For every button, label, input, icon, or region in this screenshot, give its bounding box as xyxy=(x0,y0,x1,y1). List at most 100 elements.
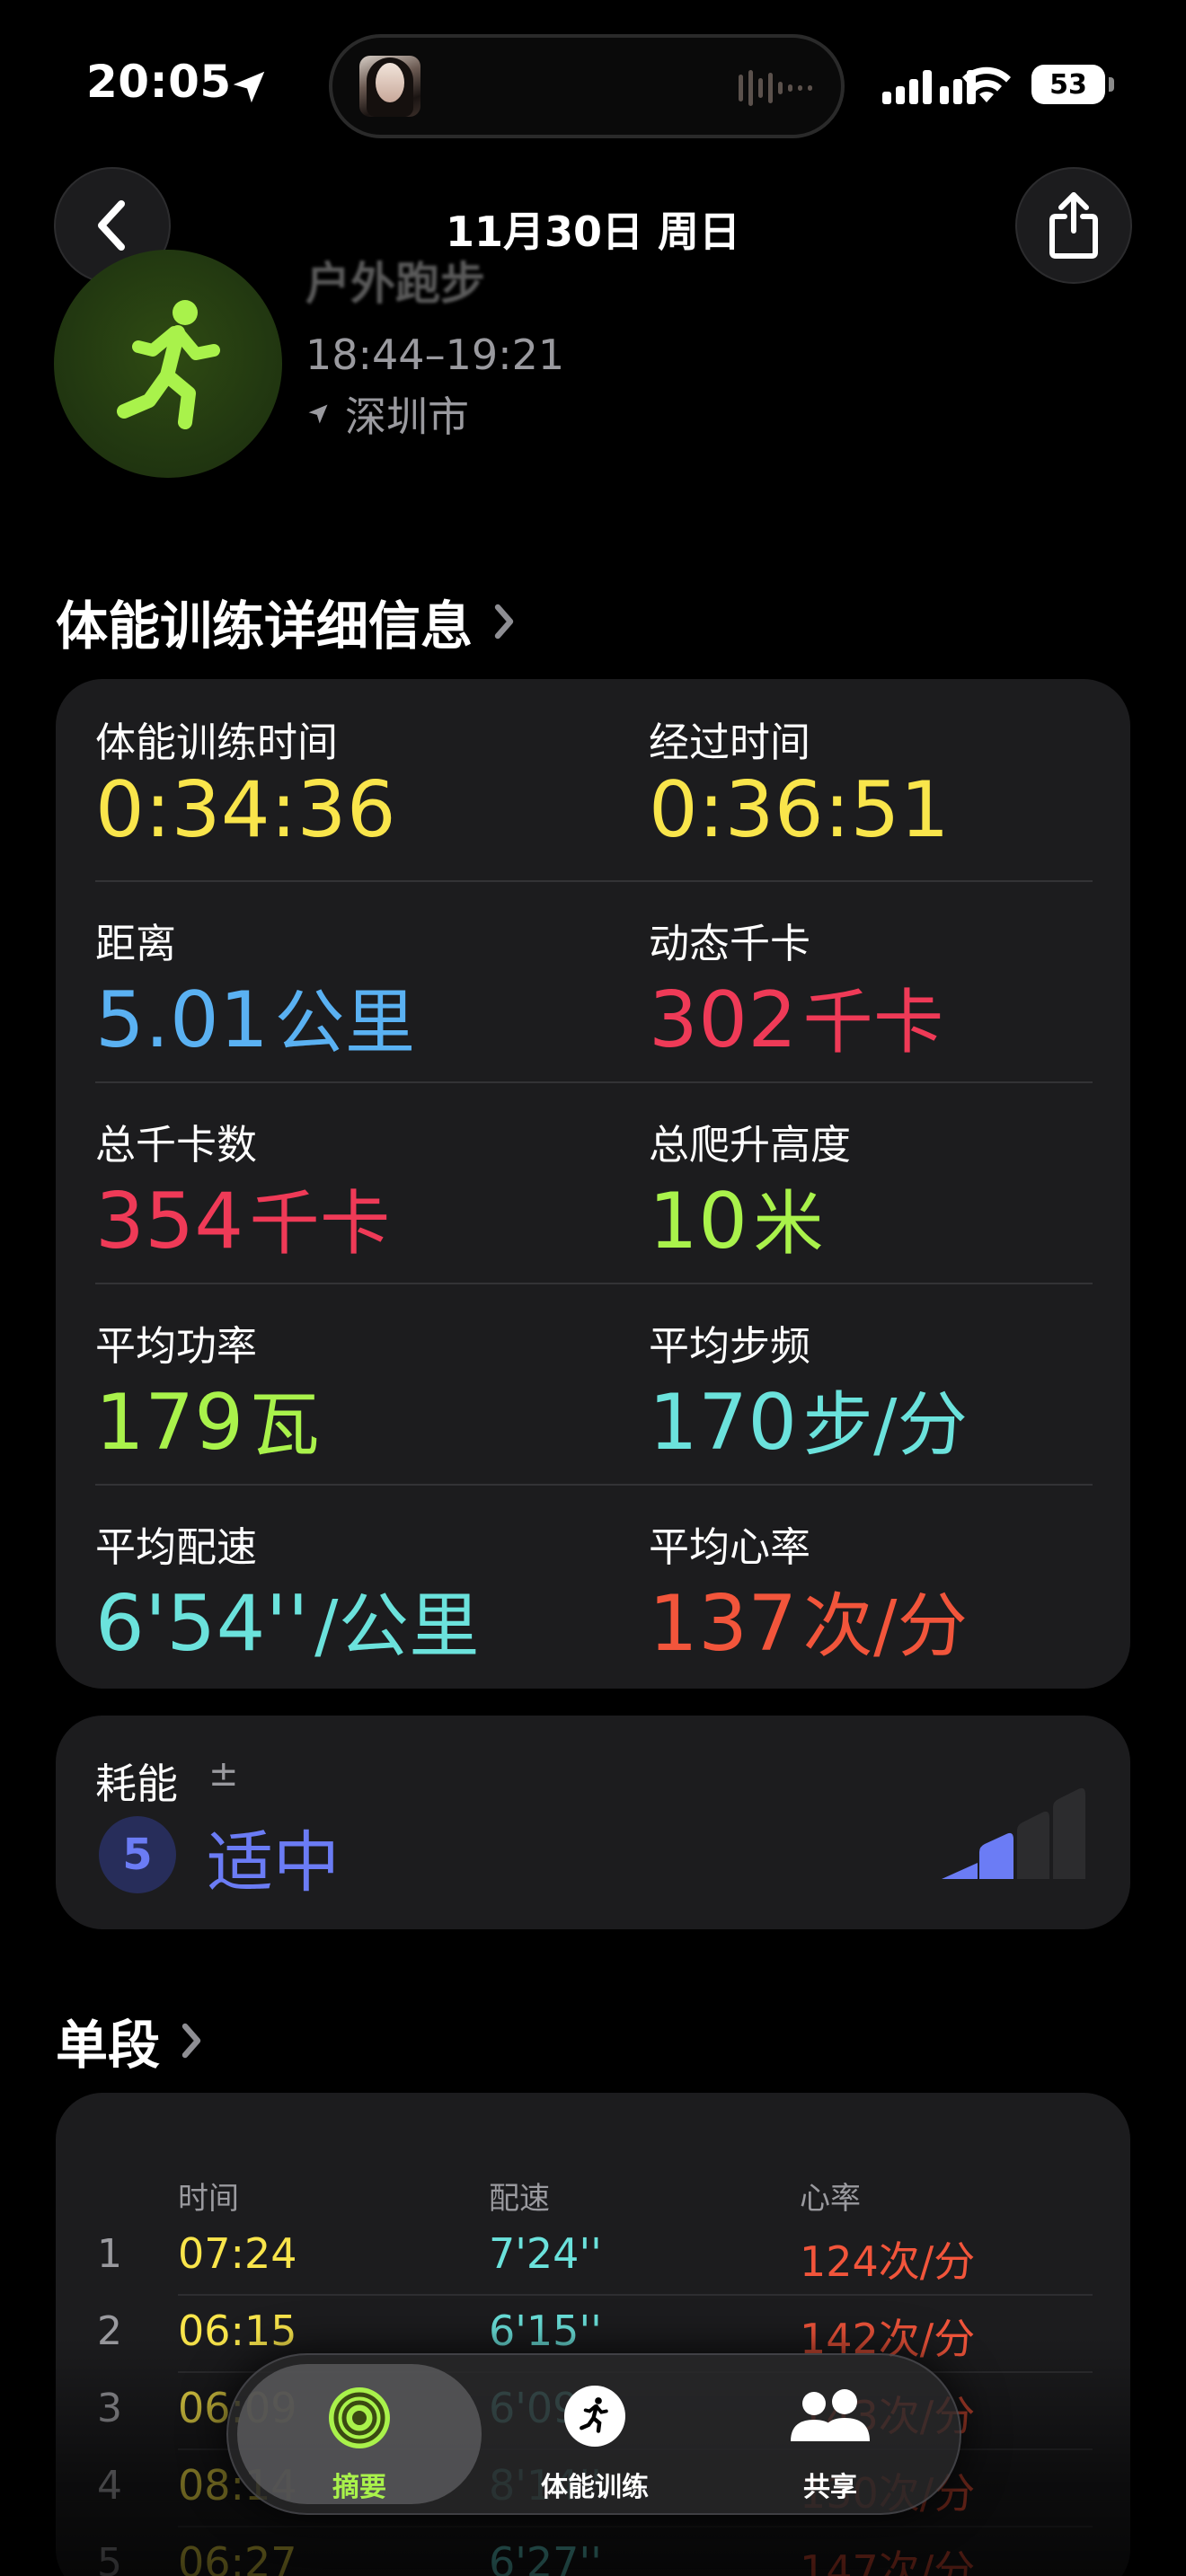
metric-divider xyxy=(95,880,1093,882)
metric-number: 170 xyxy=(649,1378,798,1468)
workout-location: 深圳市 xyxy=(305,384,469,444)
chevron-right-icon xyxy=(181,2023,201,2059)
split-header-time: 时间 xyxy=(178,2181,239,2217)
battery-cap xyxy=(1109,77,1114,92)
metric-label: 平均配速 xyxy=(95,1523,258,1571)
metric-number: 137 xyxy=(649,1579,798,1669)
metric-unit: 公里 xyxy=(274,983,416,1063)
metric-number: 6'54'' xyxy=(95,1579,310,1669)
metric-number: 5.01 xyxy=(95,975,270,1065)
table-row: 5 06:27 6'27'' 147次/分 xyxy=(56,2527,1130,2576)
tab-workouts-label: 体能训练 xyxy=(541,2472,649,2503)
metric-value: 302千卡 xyxy=(649,966,944,1067)
split-index: 2 xyxy=(97,2308,122,2354)
dynamic-island[interactable] xyxy=(329,34,845,138)
split-index: 5 xyxy=(97,2540,122,2576)
split-index: 4 xyxy=(97,2463,122,2509)
split-pace: 6'15'' xyxy=(489,2307,602,2355)
metric-7: 平均步频 170步/分 xyxy=(649,1313,968,1469)
metric-number: 179 xyxy=(95,1378,244,1468)
metric-unit: 米 xyxy=(753,1184,824,1265)
split-header-heart-rate: 心率 xyxy=(800,2181,861,2217)
plus-minus-icon: ± xyxy=(208,1753,239,1795)
runner-icon xyxy=(564,2386,625,2447)
tab-workouts[interactable]: 体能训练 xyxy=(473,2364,717,2504)
details-heading[interactable]: 体能训练详细信息 xyxy=(56,584,516,659)
tab-bar: 摘要 体能训练 共享 xyxy=(226,2353,961,2515)
split-heart-rate: 147次/分 xyxy=(800,2546,976,2576)
metric-label: 总爬升高度 xyxy=(649,1121,852,1169)
splits-heading[interactable]: 单段 xyxy=(56,2003,203,2078)
metric-5: 总爬升高度 10米 xyxy=(649,1112,851,1268)
metric-4: 总千卡数 354千卡 xyxy=(95,1112,391,1268)
metric-label: 平均心率 xyxy=(649,1523,811,1571)
metric-number: 0:36:51 xyxy=(649,765,951,855)
effort-score-badge: 5 xyxy=(99,1816,176,1893)
tab-summary[interactable]: 摘要 xyxy=(237,2364,482,2504)
metric-label: 动态千卡 xyxy=(649,920,811,967)
metric-unit: 千卡 xyxy=(802,983,944,1063)
split-header-pace: 配速 xyxy=(489,2181,550,2217)
metric-label: 距离 xyxy=(95,920,177,967)
effort-card[interactable]: 耗能 ± 5 适中 xyxy=(56,1716,1130,1929)
table-row: 1 07:24 7'24'' 124次/分 xyxy=(56,2219,1130,2296)
battery-indicator: 53 xyxy=(1031,65,1105,104)
metric-number: 10 xyxy=(649,1177,748,1266)
status-bar: 20:05 53 xyxy=(0,0,1186,171)
effort-bar xyxy=(979,1832,1013,1879)
metric-label: 平均步频 xyxy=(649,1322,811,1370)
location-arrow-icon xyxy=(233,71,265,103)
wifi-icon xyxy=(962,66,1011,102)
splits-heading-label: 单段 xyxy=(56,2015,161,2076)
metric-1: 经过时间 0:36:51 xyxy=(649,710,950,855)
tab-sharing-label: 共享 xyxy=(803,2472,857,2503)
metric-value: 6'54''/公里 xyxy=(95,1570,480,1671)
metric-unit: /公里 xyxy=(314,1586,480,1667)
metric-divider xyxy=(95,1484,1093,1486)
details-card: 体能训练时间 0:34:36 经过时间 0:36:51 距离 5.01公里 动态千卡 302千… xyxy=(56,679,1130,1689)
workout-location-label: 深圳市 xyxy=(345,393,469,441)
metric-0: 体能训练时间 0:34:36 xyxy=(95,710,396,855)
split-index: 3 xyxy=(97,2386,122,2431)
location-arrow-icon xyxy=(308,404,328,424)
metric-6: 平均功率 179瓦 xyxy=(95,1313,320,1469)
share-icon xyxy=(1049,192,1098,259)
workout-type-badge xyxy=(54,250,282,478)
chevron-right-icon xyxy=(494,604,514,640)
metric-value: 5.01公里 xyxy=(95,966,416,1067)
metric-number: 302 xyxy=(649,975,798,1065)
metric-9: 平均心率 137次/分 xyxy=(649,1514,968,1671)
metric-value: 137次/分 xyxy=(649,1570,968,1671)
effort-bar xyxy=(1017,1811,1049,1879)
split-index: 1 xyxy=(97,2231,122,2277)
effort-bar xyxy=(1053,1787,1085,1879)
share-button[interactable] xyxy=(1015,167,1132,284)
metric-2: 距离 5.01公里 xyxy=(95,911,416,1067)
tab-sharing[interactable]: 共享 xyxy=(708,2364,952,2504)
metric-number: 0:34:36 xyxy=(95,765,397,855)
metric-value: 170步/分 xyxy=(649,1369,968,1469)
metric-divider xyxy=(95,1081,1093,1083)
effort-bars-icon xyxy=(942,1787,1085,1879)
effort-bar xyxy=(942,1863,978,1879)
details-heading-label: 体能训练详细信息 xyxy=(56,595,474,657)
metric-divider xyxy=(95,1283,1093,1284)
metric-3: 动态千卡 302千卡 xyxy=(649,911,944,1067)
effort-level: 适中 xyxy=(207,1824,340,1901)
people-icon xyxy=(791,2389,870,2441)
metric-label: 经过时间 xyxy=(649,719,811,766)
metric-unit: 步/分 xyxy=(802,1385,969,1466)
tab-summary-label: 摘要 xyxy=(332,2472,386,2503)
metric-value: 0:34:36 xyxy=(95,765,396,855)
metric-value: 354千卡 xyxy=(95,1168,391,1268)
metric-value: 0:36:51 xyxy=(649,765,950,855)
status-time: 20:05 xyxy=(86,56,232,108)
activity-rings-icon xyxy=(329,2387,390,2448)
metric-value: 179瓦 xyxy=(95,1369,320,1469)
metric-label: 平均功率 xyxy=(95,1322,258,1370)
metric-unit: 千卡 xyxy=(249,1184,391,1265)
metric-label: 体能训练时间 xyxy=(95,719,339,766)
split-time: 07:24 xyxy=(178,2229,297,2278)
runner-icon xyxy=(117,300,220,429)
album-art-icon xyxy=(359,56,420,117)
